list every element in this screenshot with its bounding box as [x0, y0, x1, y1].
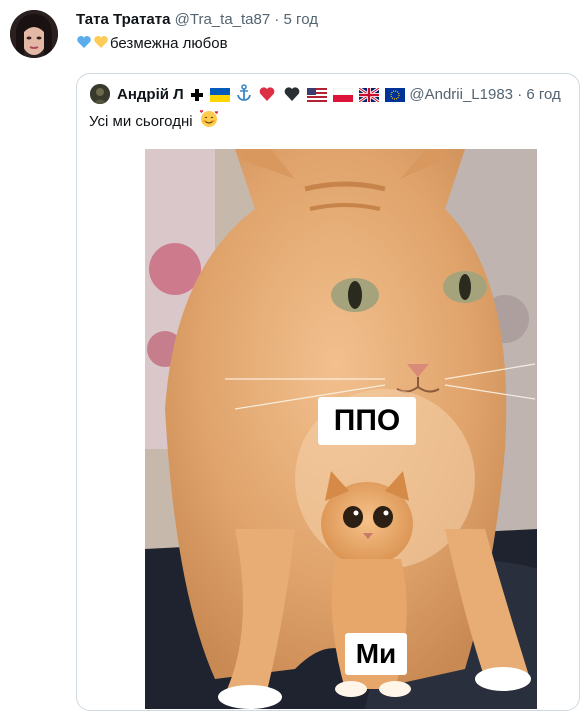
quoted-author-avatar [90, 84, 110, 104]
black-heart-icon [284, 87, 299, 101]
author-avatar[interactable] [10, 10, 58, 58]
eu-flag-icon [385, 88, 406, 102]
meme-image[interactable]: ППО Ми [145, 149, 537, 709]
quoted-tweet-text: Усі ми сьогодні [89, 109, 219, 132]
author-name[interactable]: Тата Тратата [76, 11, 170, 28]
poland-flag-icon [332, 88, 353, 102]
quoted-tweet-text-body: Усі ми сьогодні [89, 113, 193, 130]
separator-dot: · [274, 11, 280, 28]
quoted-tweet-header: Андрій Л @Andrii_L1983 · 6 год [117, 84, 561, 105]
quoted-author-handle: @Andrii_L1983 [409, 86, 514, 103]
uk-flag-icon [359, 88, 380, 102]
quoted-separator-dot: · [517, 86, 523, 103]
tweet-header: Тата Тратата @Tra_ta_ta87 · 5 год [76, 10, 318, 30]
avatar-photo [10, 10, 58, 58]
quoted-avatar-photo [90, 84, 110, 104]
quoted-author-name: Андрій Л [117, 86, 184, 103]
tweet-text-body: безмежна любов [110, 35, 228, 52]
author-handle[interactable]: @Tra_ta_ta87 [175, 11, 271, 28]
cross-icon [190, 89, 203, 101]
tweet-text: безмежна любов [76, 34, 228, 54]
us-flag-icon [306, 88, 327, 102]
quoted-tweet[interactable]: Андрій Л @Andrii_L1983 · 6 год Усі ми сь… [76, 73, 580, 711]
meme-label-ppo: ППО [318, 397, 416, 445]
red-heart-icon [260, 87, 275, 101]
quoted-tweet-time: 6 год [526, 86, 561, 103]
ukraine-flag-icon [210, 88, 231, 102]
yellow-heart-icon [94, 36, 108, 48]
smiling-face-with-hearts-icon [199, 110, 218, 127]
blue-heart-icon [77, 36, 91, 48]
tweet-time[interactable]: 5 год [284, 11, 318, 28]
anchor-icon [237, 84, 252, 101]
meme-label-my: Ми [345, 633, 407, 675]
